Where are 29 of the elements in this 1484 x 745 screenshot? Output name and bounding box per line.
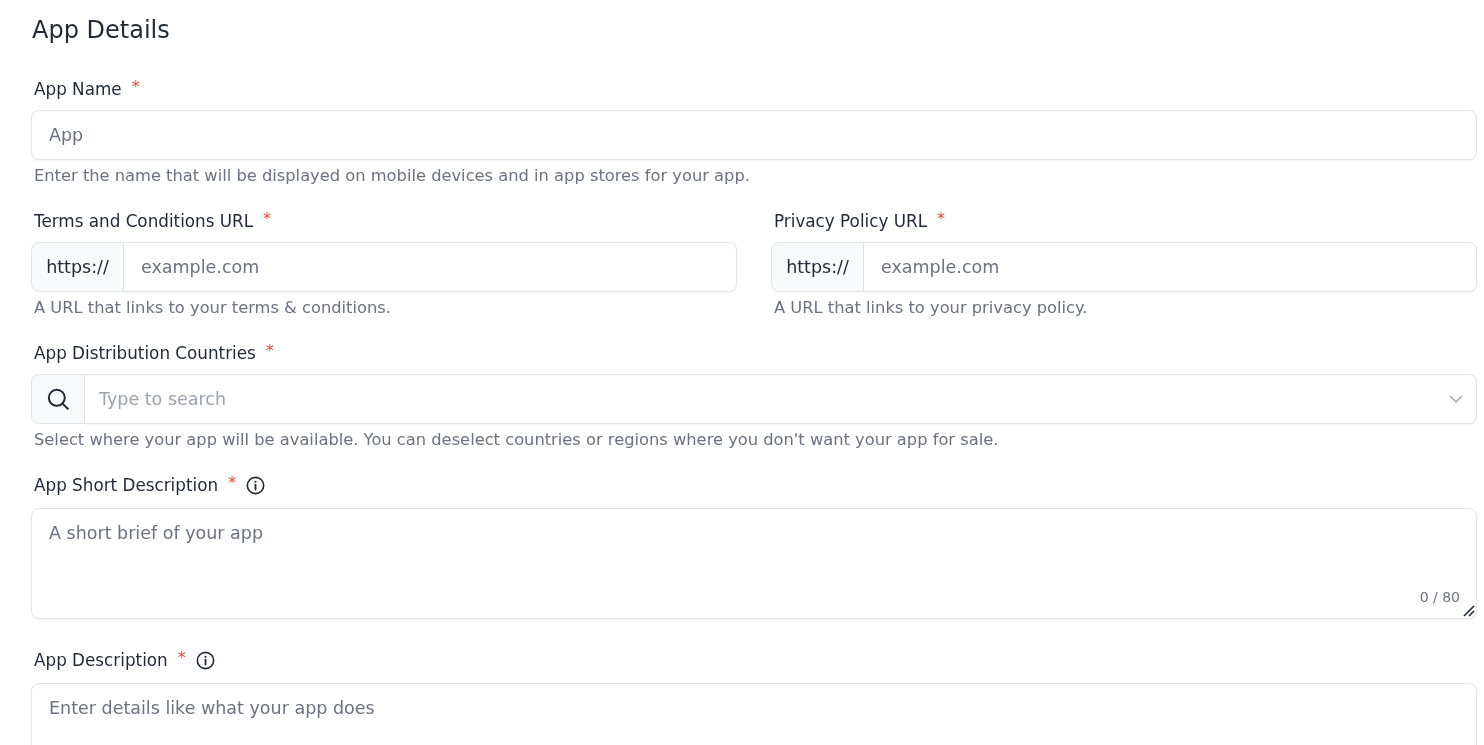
text-input[interactable]: App xyxy=(31,110,1477,160)
required-mark: * xyxy=(265,343,274,359)
info-icon[interactable] xyxy=(195,650,215,670)
page-title: App Details xyxy=(32,15,170,45)
url-prefix: https:// xyxy=(31,242,124,292)
url-input[interactable]: example.com xyxy=(124,242,737,292)
required-mark: * xyxy=(228,475,237,491)
country-search-field[interactable]: Type to search xyxy=(85,374,1477,424)
resize-grip-icon[interactable] xyxy=(1463,605,1475,617)
field-label: Terms and Conditions URL xyxy=(34,211,254,231)
search-icon xyxy=(47,388,69,410)
info-icon[interactable] xyxy=(246,475,266,495)
url-prefix: https:// xyxy=(771,242,864,292)
required-mark: * xyxy=(177,650,186,666)
help-text: Select where your app will be available. You can deselect countries or regions where you don't want your app for sale. xyxy=(33,430,1000,450)
field-label: App Short Description xyxy=(34,475,219,495)
character-counter: 0 / 80 xyxy=(1419,588,1460,606)
help-text: A URL that links to your terms & conditions. xyxy=(33,298,392,318)
required-mark: * xyxy=(263,211,272,227)
help-text: A URL that links to your privacy policy. xyxy=(773,298,1089,318)
textarea-field[interactable]: Enter details like what your app does xyxy=(31,683,1477,745)
field-label: Privacy Policy URL xyxy=(774,211,927,231)
field-label: App Distribution Countries xyxy=(34,343,256,363)
field-label: App Description xyxy=(34,650,168,670)
url-input[interactable]: example.com xyxy=(864,242,1477,292)
help-text: Enter the name that will be displayed on mobile devices and in app stores for your app. xyxy=(33,166,751,186)
required-mark: * xyxy=(131,79,140,95)
required-mark: * xyxy=(937,211,945,227)
field-label: App Name xyxy=(34,79,122,99)
